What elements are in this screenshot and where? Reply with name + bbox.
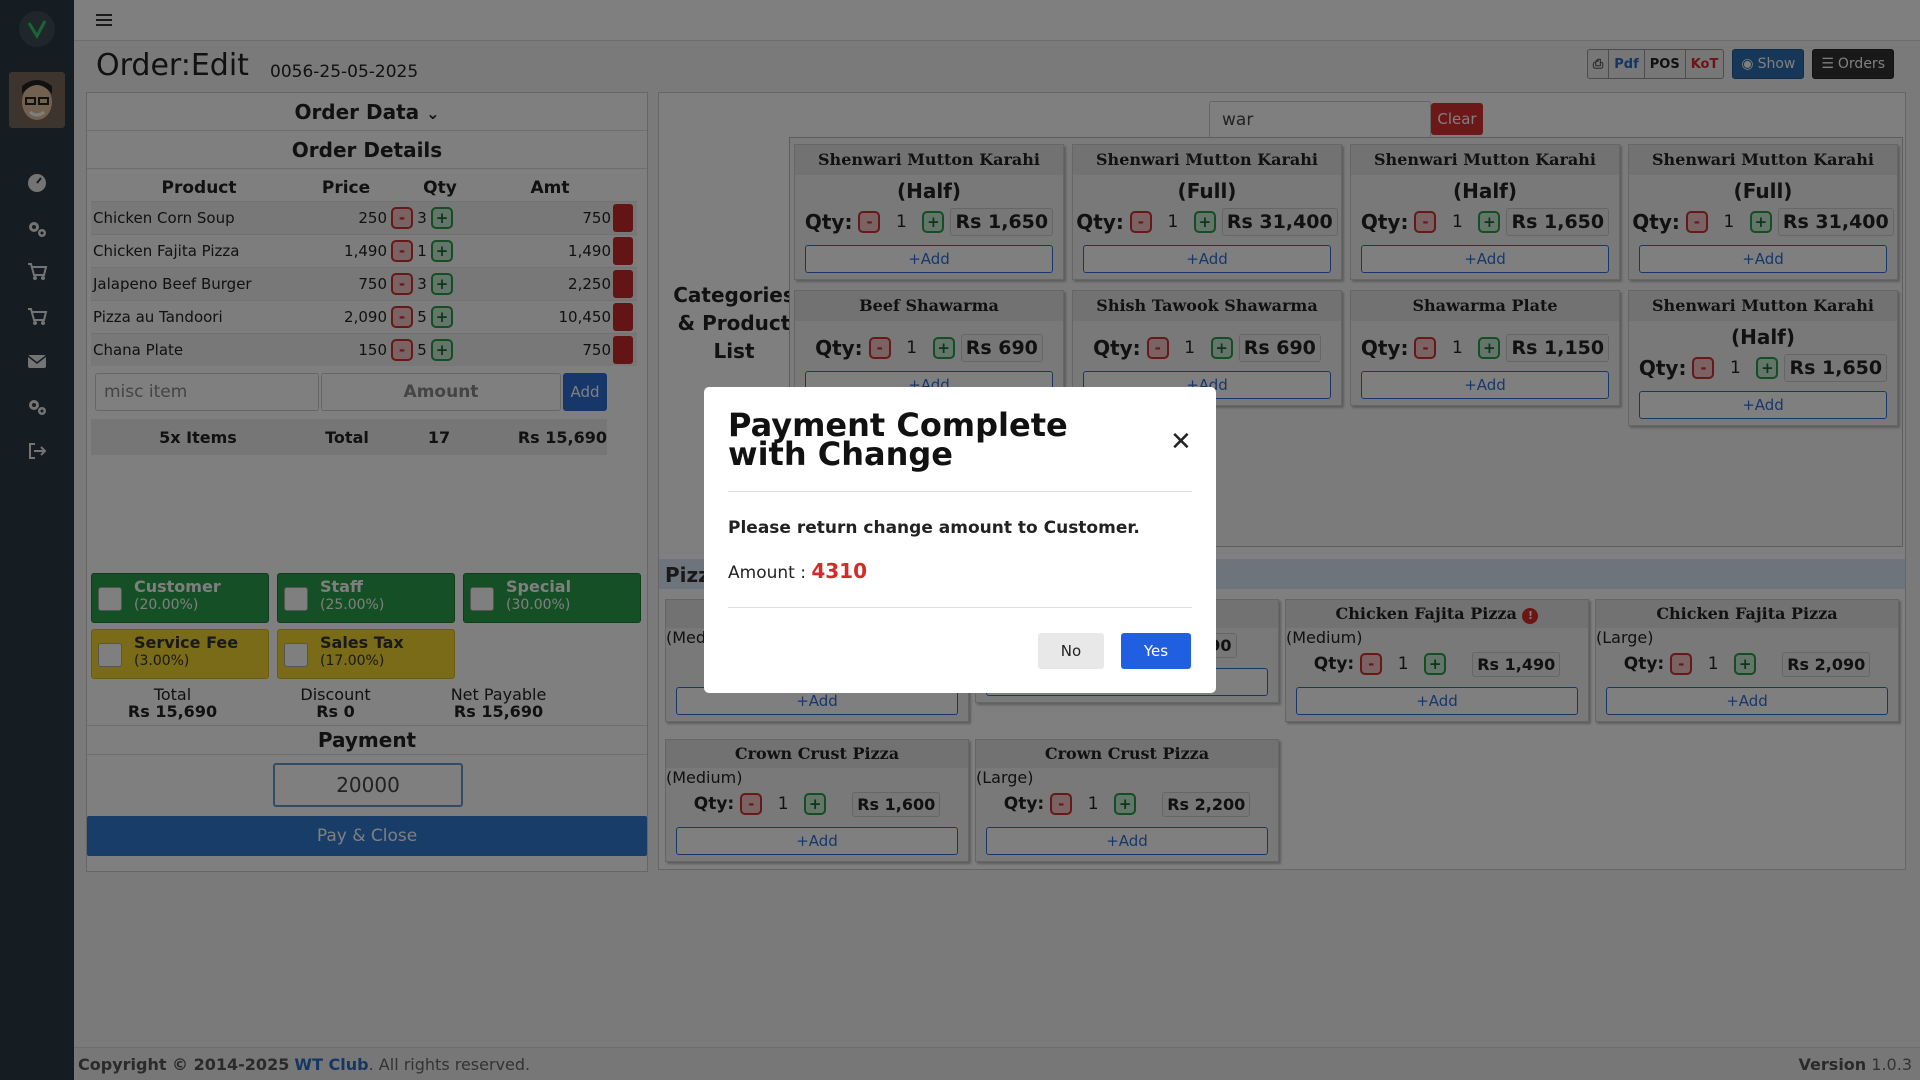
dialog-title: Payment Complete with Change (728, 406, 1068, 473)
no-button[interactable]: No (1038, 633, 1104, 669)
close-icon[interactable]: ✕ (1170, 427, 1192, 457)
divider (728, 491, 1192, 492)
yes-button[interactable]: Yes (1121, 633, 1191, 669)
payment-change-dialog: Payment Complete with Change ✕ Please re… (704, 387, 1216, 693)
change-amount: Amount : 4310 (728, 559, 868, 583)
divider (728, 607, 1192, 608)
dialog-message: Please return change amount to Customer. (728, 518, 1140, 538)
